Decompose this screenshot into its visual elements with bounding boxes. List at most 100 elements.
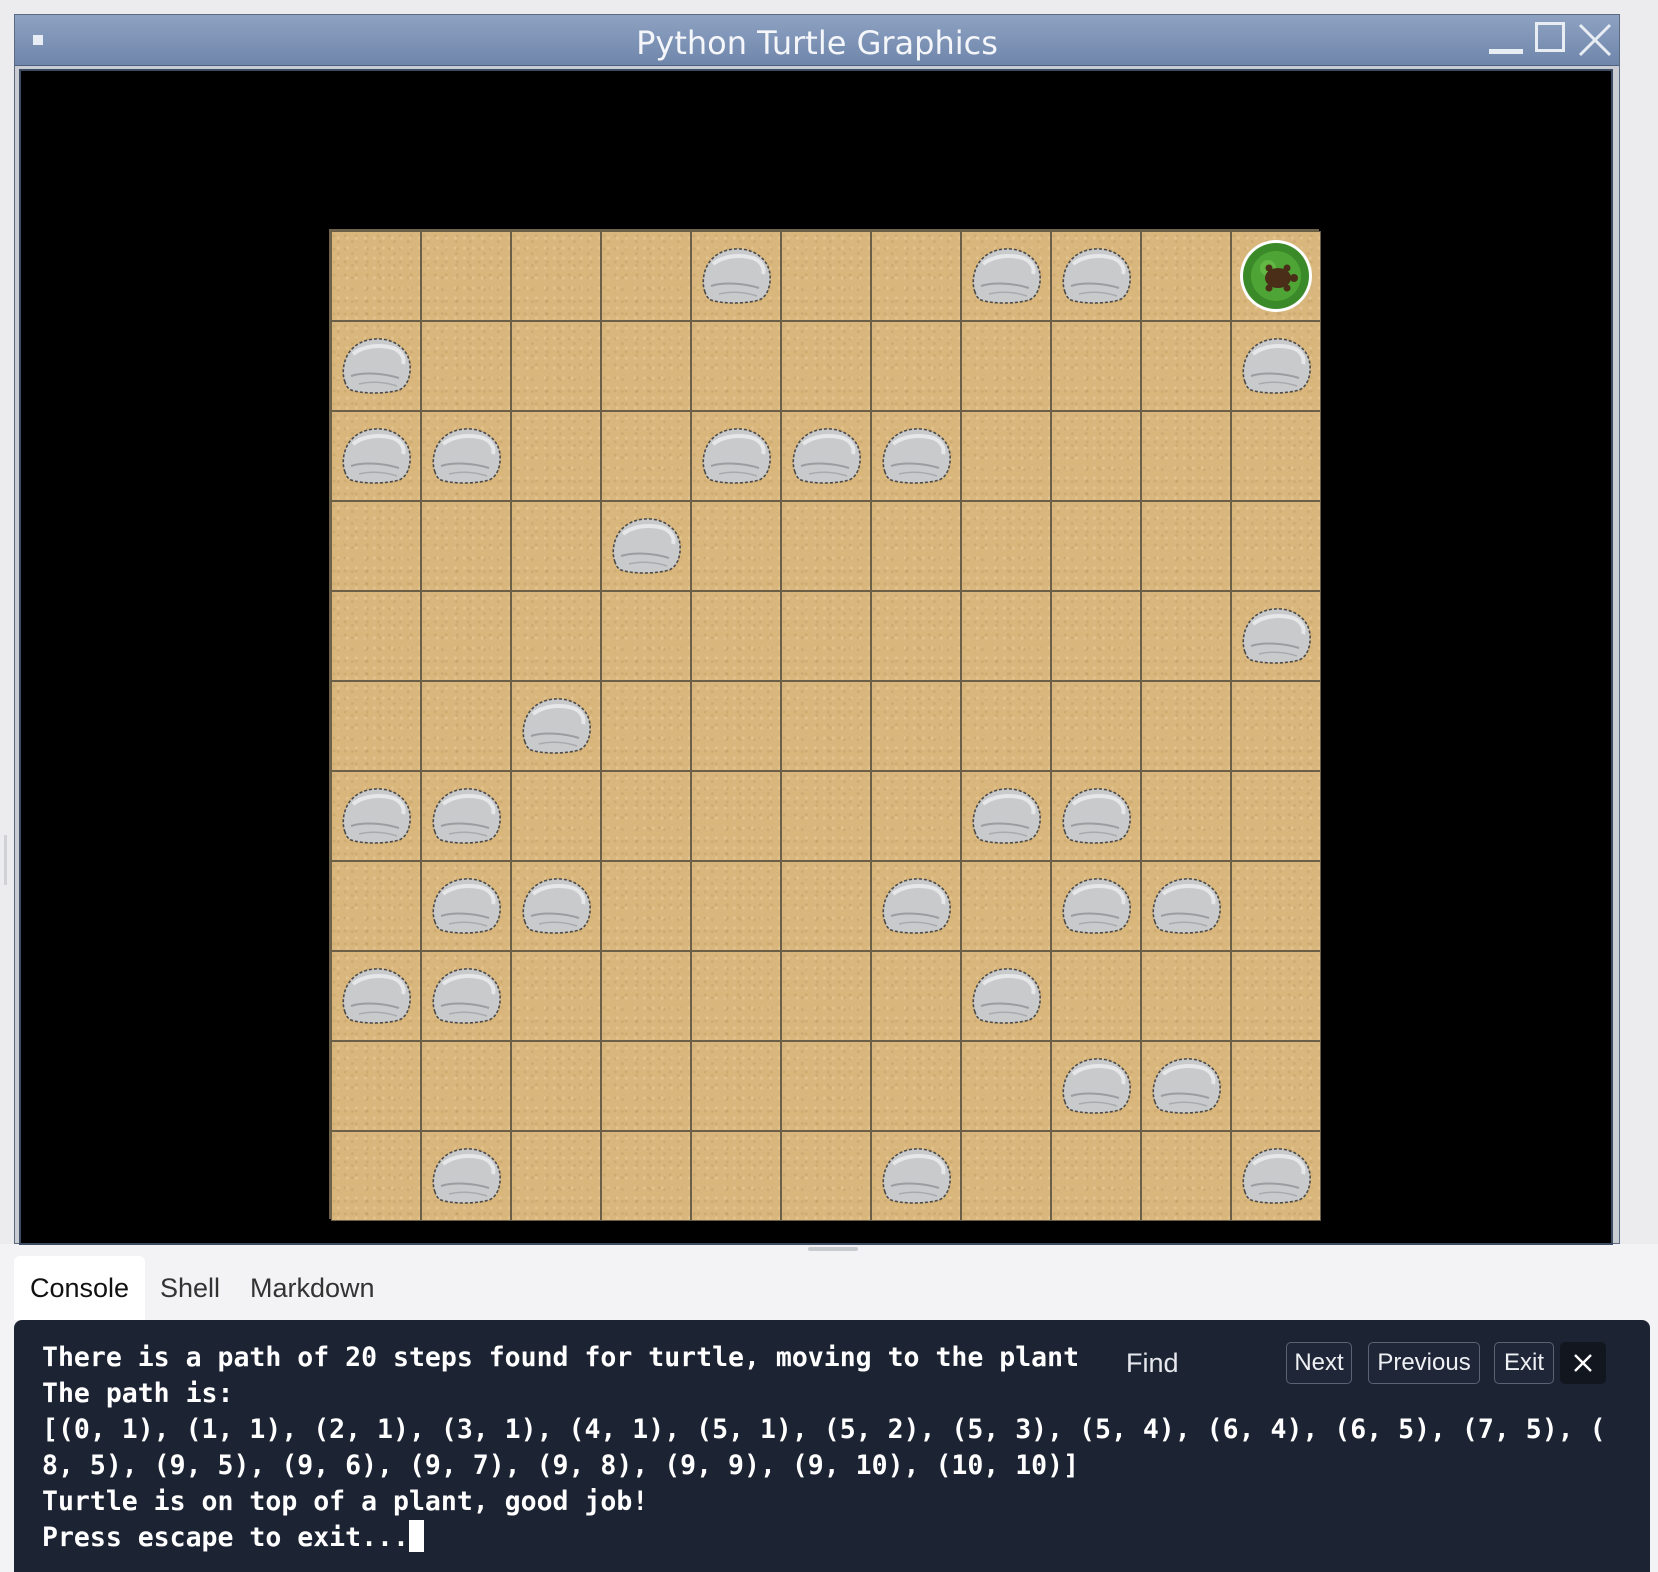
window-title: Python Turtle Graphics: [636, 24, 998, 62]
grid-cell: [511, 501, 601, 591]
grid-cell: [1051, 951, 1141, 1041]
grid-cell: [601, 1041, 691, 1131]
rock-icon: [339, 422, 413, 486]
grid-cell: [1051, 861, 1141, 951]
grid-cell: [511, 951, 601, 1041]
grid-cell: [421, 321, 511, 411]
rock-icon: [789, 422, 863, 486]
rock-icon: [969, 242, 1043, 306]
grid-cell: [601, 321, 691, 411]
grid-cell: [961, 321, 1051, 411]
grid-cell: [781, 1041, 871, 1131]
rock-icon: [1059, 1052, 1133, 1116]
console-line: 8, 5), (9, 5), (9, 6), (9, 7), (9, 8), (…: [42, 1450, 1080, 1481]
grid-cell: [1141, 321, 1231, 411]
game-grid: [329, 229, 1321, 1221]
grid-cell: [691, 681, 781, 771]
grid-cell: [511, 771, 601, 861]
grid-cell: [961, 861, 1051, 951]
grid-cell: [1051, 411, 1141, 501]
find-bar: Find Next Previous Exit: [1114, 1340, 1654, 1390]
grid-cell: [421, 681, 511, 771]
window-titlebar[interactable]: Python Turtle Graphics: [15, 15, 1619, 66]
find-exit-button[interactable]: Exit: [1494, 1342, 1554, 1384]
grid-cell: [601, 231, 691, 321]
console-panel[interactable]: There is a path of 20 steps found for tu…: [14, 1320, 1650, 1572]
grid-cell: [691, 411, 781, 501]
grid-cell: [421, 771, 511, 861]
grid-cell: [871, 861, 961, 951]
grid-cell: [1231, 411, 1321, 501]
rock-icon: [339, 962, 413, 1026]
grid-cell: [331, 411, 421, 501]
grid-cell: [1141, 591, 1231, 681]
grid-cell: [1051, 1041, 1141, 1131]
grid-cell: [601, 681, 691, 771]
grid-cell: [601, 861, 691, 951]
grid-cell: [1231, 321, 1321, 411]
console-line: There is a path of 20 steps found for tu…: [42, 1342, 1080, 1373]
find-label[interactable]: Find: [1126, 1348, 1179, 1379]
grid-cell: [421, 1131, 511, 1221]
grid-cell: [871, 321, 961, 411]
rock-icon: [1149, 1052, 1223, 1116]
rock-icon: [429, 1142, 503, 1206]
grid-cell: [871, 1131, 961, 1221]
grid-cell: [781, 321, 871, 411]
grid-cell: [871, 951, 961, 1041]
tab-shell[interactable]: Shell: [144, 1256, 236, 1320]
grid-cell: [871, 231, 961, 321]
grid-cell: [331, 591, 421, 681]
close-icon[interactable]: [1577, 22, 1613, 58]
tab-markdown[interactable]: Markdown: [234, 1256, 391, 1320]
maximize-icon[interactable]: [1535, 22, 1565, 52]
grid-cell: [1231, 501, 1321, 591]
grid-cell: [331, 321, 421, 411]
grid-cell: [511, 231, 601, 321]
grid-cell: [1051, 591, 1141, 681]
rock-icon: [699, 242, 773, 306]
grid-cell: [421, 1041, 511, 1131]
find-next-button[interactable]: Next: [1286, 1342, 1352, 1384]
rock-icon: [519, 872, 593, 936]
grid-cell: [691, 951, 781, 1041]
rock-icon: [1059, 782, 1133, 846]
grid-cell: [511, 591, 601, 681]
panel-splitter[interactable]: [808, 1247, 858, 1251]
grid-cell: [331, 231, 421, 321]
console-line: Press escape to exit...: [42, 1522, 409, 1553]
tab-console[interactable]: Console: [14, 1256, 146, 1320]
grid-cell: [961, 231, 1051, 321]
grid-cell: [331, 771, 421, 861]
grid-cell: [331, 1131, 421, 1221]
rock-icon: [969, 782, 1043, 846]
grid-cell: [781, 951, 871, 1041]
grid-cell: [961, 411, 1051, 501]
console-line: [(0, 1), (1, 1), (2, 1), (3, 1), (4, 1),…: [42, 1414, 1606, 1445]
grid-cell: [1051, 771, 1141, 861]
panel-resize-grip[interactable]: [4, 835, 7, 885]
turtle-canvas: [19, 69, 1613, 1245]
grid-cell: [781, 411, 871, 501]
grid-cell: [511, 861, 601, 951]
rock-icon: [1149, 872, 1223, 936]
grid-cell: [691, 1131, 781, 1221]
grid-cell: [1231, 861, 1321, 951]
grid-cell: [1141, 501, 1231, 591]
grid-cell: [1231, 771, 1321, 861]
grid-cell: [1141, 411, 1231, 501]
grid-cell: [1051, 1131, 1141, 1221]
rock-icon: [1239, 332, 1313, 396]
grid-cell: [601, 771, 691, 861]
rock-icon: [1239, 1142, 1313, 1206]
grid-cell: [331, 861, 421, 951]
grid-cell: [511, 411, 601, 501]
grid-cell: [1231, 1131, 1321, 1221]
turtle-window: Python Turtle Graphics: [14, 14, 1620, 1245]
grid-cell: [1141, 951, 1231, 1041]
grid-cell: [961, 771, 1051, 861]
grid-cell: [961, 681, 1051, 771]
find-previous-button[interactable]: Previous: [1368, 1342, 1480, 1384]
find-close-icon[interactable]: [1560, 1342, 1606, 1384]
minimize-icon[interactable]: [1489, 49, 1523, 54]
